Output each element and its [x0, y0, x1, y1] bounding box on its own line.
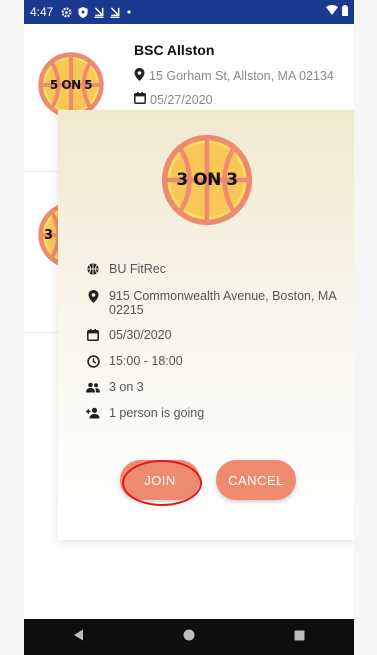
basketball-icon: 3 ON 3	[161, 134, 253, 226]
date-row: 05/30/2020	[86, 328, 340, 342]
item-date: 05/27/2020	[150, 92, 213, 107]
type-row: 3 on 3	[86, 380, 340, 394]
item-address: 15 Gorham St, Allston, MA 02134	[149, 69, 334, 83]
dialog-ball-label: 3 ON 3	[176, 170, 238, 190]
battery-icon	[342, 5, 348, 19]
back-icon[interactable]	[73, 628, 85, 646]
dialog-time: 15:00 - 18:00	[109, 354, 183, 368]
location-row: BU FitRec	[86, 262, 340, 276]
download-icon	[94, 6, 104, 18]
download-icon	[110, 6, 120, 18]
phone-screen: 4:47 5 ON 5 BSC Allston 15 Gorham St, Al…	[24, 0, 354, 655]
dialog-date: 05/30/2020	[109, 328, 172, 342]
navigation-bar	[24, 619, 354, 655]
status-time: 4:47	[30, 5, 54, 19]
wifi-icon	[326, 5, 338, 19]
item-date-row: 05/27/2020	[134, 92, 213, 107]
address-row: 915 Commonwealth Avenue, Boston, MA 0221…	[86, 289, 340, 317]
dialog-location: BU FitRec	[109, 262, 166, 276]
calendar-icon	[86, 328, 100, 342]
item-address-row: 15 Gorham St, Allston, MA 02134	[134, 68, 334, 84]
calendar-icon	[134, 92, 146, 107]
cancel-button[interactable]: CANCEL	[216, 460, 296, 500]
dialog-address: 915 Commonwealth Avenue, Boston, MA 0221…	[109, 289, 336, 317]
add-person-icon	[86, 406, 100, 420]
home-icon[interactable]	[183, 628, 195, 646]
item-title: BSC Allston	[134, 42, 215, 58]
location-pin-icon	[86, 289, 100, 303]
shield-icon	[78, 6, 88, 18]
time-row: 15:00 - 18:00	[86, 354, 340, 368]
dialog-attendees: 1 person is going	[109, 406, 205, 420]
clock-icon	[86, 354, 100, 368]
basketball-small-icon	[86, 262, 100, 276]
group-icon	[86, 380, 100, 394]
basketball-icon: 5 ON 5	[38, 52, 104, 118]
status-bar: 4:47	[24, 0, 354, 24]
dot-icon	[126, 9, 132, 15]
join-button-highlight	[122, 460, 202, 506]
dialog-type: 3 on 3	[109, 380, 144, 394]
recents-icon[interactable]	[294, 628, 305, 646]
attendees-row: 1 person is going	[86, 406, 340, 420]
gear-icon	[61, 7, 72, 18]
location-pin-icon	[134, 68, 145, 84]
game-details-dialog: 3 ON 3 BU FitRec 915 Commonwealth Avenue…	[58, 110, 354, 540]
ball-label: 5 ON 5	[49, 78, 93, 92]
